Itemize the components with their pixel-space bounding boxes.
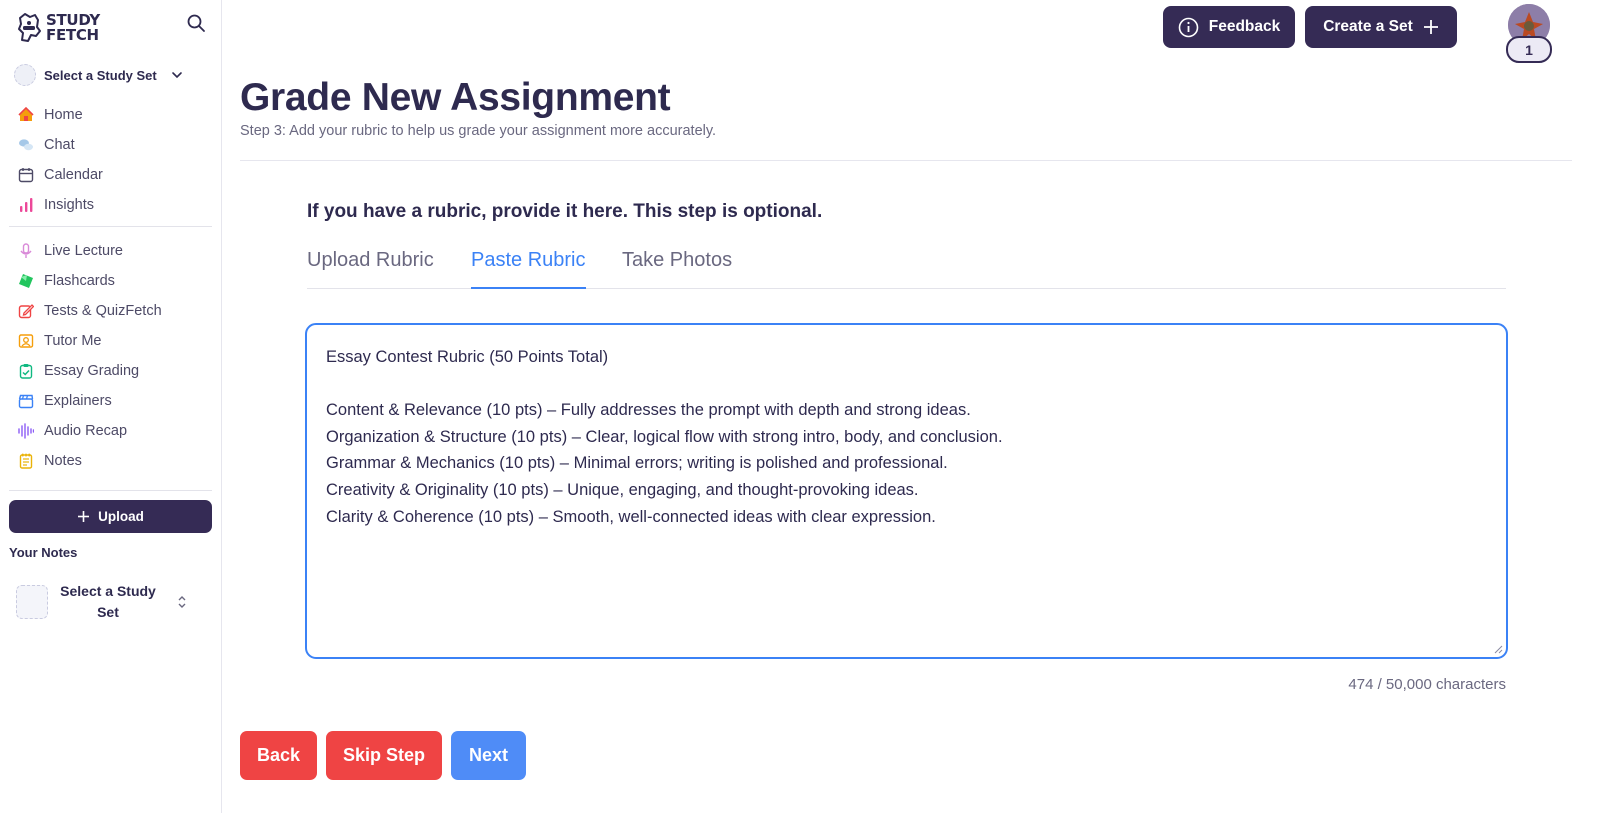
sidebar-item-label: Audio Recap: [44, 423, 128, 439]
sidebar-item-chat[interactable]: Chat: [0, 130, 222, 160]
home-icon: [18, 107, 34, 121]
sidebar-item-label: Explainers: [44, 393, 112, 409]
rubric-line: Organization & Structure (10 pts) – Clea…: [326, 427, 1003, 446]
microphone-icon: [20, 243, 32, 258]
chevron-up-down-icon: [178, 596, 186, 608]
studyfetch-logo[interactable]: STUDY FETCH: [16, 12, 100, 44]
info-icon: [1178, 17, 1199, 37]
audio-wave-icon: [18, 423, 34, 439]
page-title: Grade New Assignment: [240, 76, 671, 119]
notes-study-set-label: Select a Study Set: [60, 583, 156, 620]
study-set-thumbnail: [16, 585, 48, 619]
tab-upload-rubric[interactable]: Upload Rubric: [307, 246, 434, 289]
logo-line-2: FETCH: [46, 26, 99, 44]
clipboard-check-icon: [19, 364, 33, 379]
sidebar-item-label: Notes: [44, 453, 82, 469]
bar-chart-icon: [20, 198, 33, 212]
notes-study-set-select[interactable]: Select a Study Set: [16, 580, 206, 624]
rubric-textarea[interactable]: Essay Contest Rubric (50 Points Total) C…: [305, 323, 1508, 659]
primary-nav: Home Chat Calendar Insights: [0, 100, 222, 220]
notepad-icon: [19, 453, 33, 469]
sidebar-item-tutor-me[interactable]: Tutor Me: [0, 326, 222, 356]
sidebar-divider: [9, 226, 212, 227]
rubric-line: Essay Contest Rubric (50 Points Total): [326, 348, 609, 366]
sidebar-item-label: Live Lecture: [44, 243, 123, 259]
calendar-icon: [18, 168, 34, 183]
sidebar: STUDY FETCH Select a Study Set Home Chat…: [0, 0, 222, 813]
study-set-select-label: Select a Study Set: [44, 67, 157, 83]
sidebar-item-essay-grading[interactable]: Essay Grading: [0, 356, 222, 386]
rubric-line: Grammar & Mechanics (10 pts) – Minimal e…: [326, 454, 948, 473]
feedback-button[interactable]: Feedback: [1163, 6, 1295, 48]
rubric-line: Creativity & Originality (10 pts) – Uniq…: [326, 480, 919, 499]
resize-handle-icon[interactable]: [1493, 644, 1503, 654]
avatar-badge: 1: [1506, 36, 1552, 63]
study-set-thumbnail: [14, 64, 36, 86]
sidebar-item-tests-quizfetch[interactable]: Tests & QuizFetch: [0, 296, 222, 326]
character-count: 474 / 50,000 characters: [1348, 676, 1506, 693]
sidebar-item-label: Essay Grading: [44, 363, 140, 379]
sidebar-item-insights[interactable]: Insights: [0, 190, 222, 220]
sidebar-item-label: Flashcards: [44, 273, 115, 289]
rubric-tabs: Upload Rubric Paste Rubric Take Photos: [307, 246, 1506, 289]
search-icon[interactable]: [186, 13, 206, 33]
sidebar-item-label: Tutor Me: [44, 333, 102, 349]
chevron-down-icon: [171, 72, 182, 79]
sidebar-item-label: Chat: [44, 137, 75, 153]
rubric-line: Content & Relevance (10 pts) – Fully add…: [326, 401, 971, 420]
study-set-select[interactable]: Select a Study Set: [14, 62, 194, 88]
sidebar-item-audio-recap[interactable]: Audio Recap: [0, 416, 222, 446]
tab-paste-rubric[interactable]: Paste Rubric: [471, 246, 586, 289]
create-set-button-label: Create a Set: [1323, 18, 1413, 35]
dog-mascot-icon: [18, 13, 41, 42]
page-subtitle: Step 3: Add your rubric to help us grade…: [240, 123, 717, 139]
your-notes-heading: Your Notes: [9, 545, 78, 560]
pencil-edit-icon: [18, 304, 34, 319]
upload-button[interactable]: Upload: [9, 500, 212, 533]
sidebar-item-flashcards[interactable]: Flashcards: [0, 266, 222, 296]
tutor-icon: [18, 334, 34, 348]
sidebar-item-notes[interactable]: Notes: [0, 446, 222, 476]
sidebar-item-calendar[interactable]: Calendar: [0, 160, 222, 190]
sidebar-item-label: Tests & QuizFetch: [44, 303, 162, 319]
create-set-button[interactable]: Create a Set: [1305, 6, 1457, 48]
next-button[interactable]: Next: [451, 731, 526, 780]
sidebar-item-explainers[interactable]: Explainers: [0, 386, 222, 416]
back-button[interactable]: Back: [240, 731, 317, 780]
header-divider: [240, 160, 1572, 161]
skip-step-button[interactable]: Skip Step: [326, 731, 442, 780]
sidebar-divider: [9, 490, 212, 491]
sidebar-item-live-lecture[interactable]: Live Lecture: [0, 236, 222, 266]
plus-icon: [1423, 20, 1438, 34]
user-avatar[interactable]: 1: [1506, 4, 1552, 63]
rubric-line: Clarity & Coherence (10 pts) – Smooth, w…: [326, 507, 936, 526]
chat-icon: [19, 139, 33, 151]
clapperboard-icon: [18, 394, 34, 409]
sidebar-item-home[interactable]: Home: [0, 100, 222, 130]
tools-nav: Live Lecture Flashcards Tests & QuizFetc…: [0, 236, 222, 476]
flashcards-icon: [19, 274, 33, 288]
feedback-button-label: Feedback: [1208, 18, 1281, 35]
sidebar-item-label: Home: [44, 107, 83, 123]
sidebar-item-label: Insights: [44, 197, 94, 213]
logo-wordmark: STUDY FETCH: [46, 13, 100, 43]
tab-take-photos[interactable]: Take Photos: [622, 246, 732, 289]
upload-button-label: Upload: [98, 509, 144, 524]
plus-icon: [78, 511, 90, 522]
rubric-line: [326, 371, 1487, 398]
rubric-prompt: If you have a rubric, provide it here. T…: [307, 201, 823, 222]
sidebar-item-label: Calendar: [44, 167, 103, 183]
